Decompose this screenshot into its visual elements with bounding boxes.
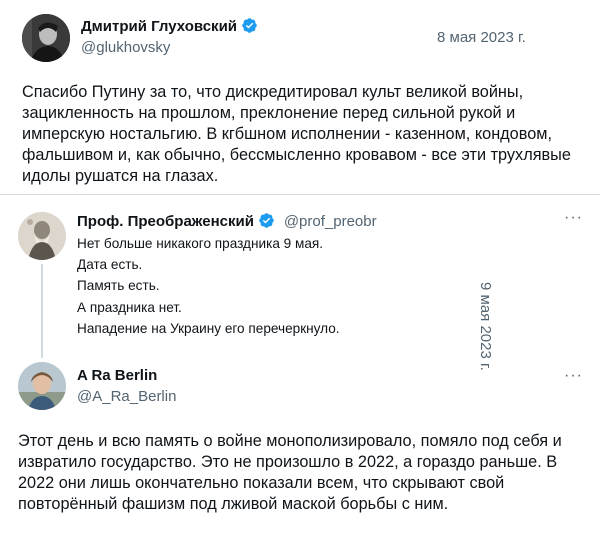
text-line: Спасибо Путину за то, что дискредитирова… — [22, 83, 524, 101]
quoted-tweet-date[interactable]: 9 мая 2023 г. — [477, 282, 494, 371]
text-line: Этот день и всю память о войне монополиз… — [18, 432, 562, 450]
text-line: Память есть. — [77, 278, 160, 294]
main-author-handle[interactable]: @glukhovsky — [81, 39, 170, 56]
text-line: Дата есть. — [77, 257, 143, 273]
divider — [0, 194, 600, 195]
main-tweet-text: Спасибо Путину за то, что дискредитирова… — [22, 82, 592, 187]
text-line: зацикленность на прошлом, преклонение пе… — [22, 104, 516, 122]
thread-line — [41, 264, 43, 358]
text-line: извратило государство. Это не произошло … — [18, 453, 558, 471]
main-author-row: Дмитрий Глуховский — [81, 17, 258, 36]
reply-tweet-text: Этот день и всю память о войне монополиз… — [18, 431, 593, 515]
avatar-prof-preobr[interactable] — [18, 212, 66, 260]
more-options-icon[interactable]: ··· — [564, 209, 583, 227]
quoted-author-row: Проф. Преображенский @prof_preobr — [77, 212, 377, 231]
text-line: 2022 они лишь окончательно показали всем… — [18, 474, 505, 492]
avatar-glukhovsky[interactable] — [22, 14, 70, 62]
text-line: Нападение на Украину его перечеркнуло. — [77, 320, 340, 336]
verified-badge-icon — [259, 213, 275, 228]
verified-badge-icon — [242, 18, 258, 33]
text-line: идолы рушатся на глазах. — [22, 167, 219, 185]
text-line: Нет больше никакого праздника 9 мая. — [77, 236, 324, 251]
quoted-author-name[interactable]: Проф. Преображенский — [77, 213, 254, 230]
text-line: фальшивом и, как обычно, бессмысленно кр… — [22, 146, 571, 164]
more-options-icon[interactable]: ··· — [564, 367, 583, 385]
main-tweet-date[interactable]: 8 мая 2023 г. — [437, 29, 526, 46]
main-author-name[interactable]: Дмитрий Глуховский — [81, 18, 237, 35]
text-line: имперскую ностальгию. В кгбшном исполнен… — [22, 125, 552, 143]
text-line: повторённый фашизм под лживой маской бор… — [18, 495, 449, 513]
text-line: А праздника нет. — [77, 299, 182, 315]
avatar-a-ra-berlin[interactable] — [18, 362, 66, 410]
reply-author-handle[interactable]: @A_Ra_Berlin — [77, 388, 176, 405]
quoted-author-handle[interactable]: @prof_preobr — [284, 213, 377, 230]
reply-author-name[interactable]: A Ra Berlin — [77, 367, 157, 384]
quoted-tweet-text: Нет больше никакого праздника 9 мая. Дат… — [77, 233, 457, 339]
